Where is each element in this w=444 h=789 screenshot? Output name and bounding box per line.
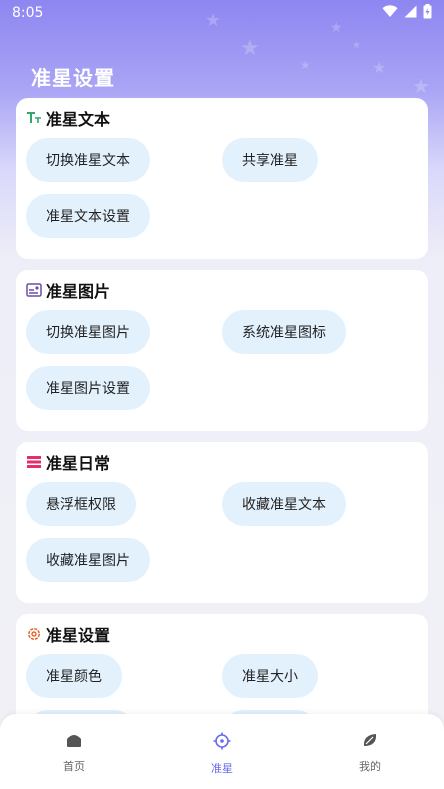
home-icon — [65, 732, 83, 752]
text-size-icon — [26, 110, 42, 126]
share-crosshair-button[interactable]: 共享准星 — [222, 138, 318, 182]
gear-icon — [26, 626, 42, 642]
card-crosshair-text: 准星文本 切换准星文本 共享准星 准星文本设置 — [16, 98, 428, 259]
decor-star-icon: ★ — [412, 74, 430, 98]
favorite-crosshair-image-button[interactable]: 收藏准星图片 — [26, 538, 150, 582]
decor-star-icon: ★ — [372, 58, 387, 77]
nav-item-home[interactable]: 首页 — [34, 732, 114, 774]
card-header: 准星文本 — [26, 108, 111, 129]
decor-star-icon: ★ — [300, 58, 311, 72]
crosshair-color-button[interactable]: 准星颜色 — [26, 654, 122, 698]
decor-star-icon: ★ — [352, 40, 361, 51]
switch-crosshair-text-button[interactable]: 切换准星文本 — [26, 138, 150, 182]
nav-label: 首页 — [63, 760, 85, 773]
status-time: 8:05 — [12, 5, 44, 21]
nav-item-mine[interactable]: 我的 — [330, 732, 410, 774]
decor-star-icon: ★ — [330, 20, 343, 36]
battery-icon — [423, 3, 432, 23]
switch-crosshair-image-button[interactable]: 切换准星图片 — [26, 310, 150, 354]
crosshair-icon — [213, 732, 231, 754]
card-title: 准星文本 — [46, 110, 111, 129]
crosshair-text-settings-button[interactable]: 准星文本设置 — [26, 194, 150, 238]
nav-item-crosshair[interactable]: 准星 — [182, 732, 262, 776]
card-header: 准星日常 — [26, 452, 111, 473]
page-title: 准星设置 — [31, 66, 115, 90]
nav-label: 准星 — [211, 762, 233, 775]
card-title: 准星图片 — [46, 282, 111, 301]
status-bar: 8:05 — [0, 0, 444, 26]
favorite-crosshair-text-button[interactable]: 收藏准星文本 — [222, 482, 346, 526]
list-icon — [26, 454, 42, 470]
signal-icon — [404, 5, 417, 22]
crosshair-image-settings-button[interactable]: 准星图片设置 — [26, 366, 150, 410]
card-title: 准星日常 — [46, 454, 111, 473]
image-card-icon — [26, 282, 42, 298]
leaf-icon — [362, 732, 378, 752]
card-header: 准星图片 — [26, 280, 111, 301]
card-crosshair-daily: 准星日常 悬浮框权限 收藏准星文本 收藏准星图片 — [16, 442, 428, 603]
overlay-permission-button[interactable]: 悬浮框权限 — [26, 482, 136, 526]
card-title: 准星设置 — [46, 626, 111, 645]
card-crosshair-image: 准星图片 切换准星图片 系统准星图标 准星图片设置 — [16, 270, 428, 431]
card-header: 准星设置 — [26, 624, 111, 645]
nav-label: 我的 — [359, 760, 381, 773]
decor-star-icon: ★ — [205, 10, 222, 31]
crosshair-size-button[interactable]: 准星大小 — [222, 654, 318, 698]
status-icons — [382, 3, 432, 23]
system-crosshair-icon-button[interactable]: 系统准星图标 — [222, 310, 346, 354]
bottom-nav: 首页 准星 我的 — [0, 714, 444, 789]
wifi-icon — [382, 4, 398, 22]
decor-star-icon: ★ — [240, 36, 260, 61]
